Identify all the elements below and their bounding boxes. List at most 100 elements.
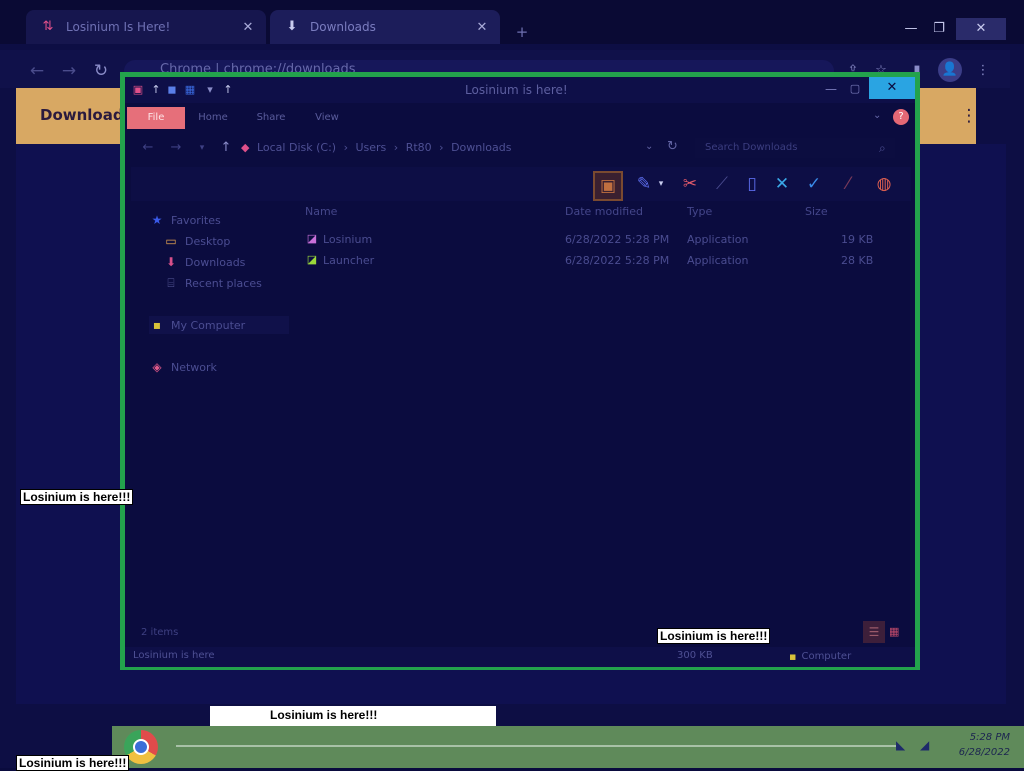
details-view-icon[interactable]: ☰: [863, 621, 885, 643]
nav-recent[interactable]: ⌸ Recent places: [163, 274, 262, 292]
close-tab-icon[interactable]: ✕: [472, 20, 492, 35]
computer-icon: ▪: [152, 318, 162, 332]
nav-label: My Computer: [171, 318, 246, 332]
file-row[interactable]: ◪ Losinium 6/28/2022 5:28 PM Application…: [301, 231, 901, 249]
properties-icon[interactable]: ◍: [871, 171, 897, 197]
column-name[interactable]: Name: [305, 205, 337, 218]
tab-share[interactable]: Share: [249, 107, 293, 129]
tab-downloads[interactable]: ⬇ Downloads ✕: [270, 10, 500, 44]
file-row[interactable]: ◪ Launcher 6/28/2022 5:28 PM Application…: [301, 252, 901, 270]
up-icon[interactable]: ↑: [221, 83, 235, 97]
drive-icon: ◆: [241, 141, 250, 154]
restore-icon[interactable]: ❐: [928, 18, 950, 40]
star-icon: ★: [151, 213, 163, 227]
nav-my-computer[interactable]: ▪ My Computer: [149, 316, 289, 334]
file-date: 6/28/2022 5:28 PM: [565, 233, 670, 246]
properties-icon[interactable]: ◼: [165, 83, 179, 97]
new-folder-icon[interactable]: ▦: [183, 83, 197, 97]
dropdown-icon[interactable]: ▾: [203, 83, 217, 97]
overlay-message: Losinium is here!!!: [657, 628, 771, 644]
file-list: Name Date modified Type Size ◪ Losinium …: [301, 201, 911, 651]
pin-to-quick-access-icon[interactable]: ✎: [631, 171, 657, 197]
new-tab-button[interactable]: +: [512, 22, 532, 42]
address-row: ← → ▾ ↑ ◆ Local Disk (C:) › Users › Rt80…: [125, 133, 915, 163]
tab-losinium[interactable]: ⇅ Losinium Is Here! ✕: [26, 10, 266, 44]
rename-icon[interactable]: ⁄: [835, 171, 861, 197]
maximize-icon[interactable]: ▢: [845, 79, 865, 99]
select-all-icon[interactable]: ▣: [593, 171, 623, 201]
check-icon[interactable]: ✓: [801, 171, 827, 197]
nav-desktop[interactable]: ▭ Desktop: [163, 232, 230, 250]
delete-icon[interactable]: ✕: [769, 171, 795, 197]
file-type: Application: [687, 254, 749, 267]
column-type[interactable]: Type: [687, 205, 712, 218]
refresh-icon[interactable]: ↻: [667, 139, 678, 154]
breadcrumb-item[interactable]: Users: [355, 141, 386, 154]
nav-favorites[interactable]: ★ Favorites: [149, 211, 221, 229]
column-size[interactable]: Size: [805, 205, 828, 218]
search-input[interactable]: Search Downloads: [695, 138, 895, 158]
status-text: Losinium is here: [133, 650, 215, 661]
nav-label: Recent places: [185, 276, 262, 290]
network-tray-icon[interactable]: ◣: [896, 738, 905, 752]
minimize-icon[interactable]: —: [821, 79, 841, 99]
clock-time: 5:28 PM: [969, 732, 1010, 743]
recent-dropdown-icon[interactable]: ▾: [193, 139, 211, 157]
status-bar: Losinium is here 300 KB ▪ Computer: [125, 647, 915, 667]
status-computer: ▪ Computer: [789, 650, 851, 663]
cut-icon[interactable]: ✂: [677, 171, 703, 197]
tab-file[interactable]: File: [127, 107, 185, 129]
back-icon[interactable]: ←: [139, 139, 157, 157]
nav-downloads[interactable]: ⬇ Downloads: [163, 253, 245, 271]
breadcrumb-item[interactable]: Rt80: [406, 141, 432, 154]
menu-icon[interactable]: ⋮: [972, 60, 994, 82]
nav-network[interactable]: ◈ Network: [149, 358, 217, 376]
more-options-icon[interactable]: ⋮: [958, 104, 980, 128]
breadcrumb-item[interactable]: Local Disk (C:): [257, 141, 336, 154]
forward-icon[interactable]: →: [167, 139, 185, 157]
address-dropdown-icon[interactable]: ⌄: [645, 141, 653, 152]
clock[interactable]: 5:28 PM 6/28/2022: [940, 730, 1010, 760]
network-icon: ◈: [152, 360, 162, 374]
avatar[interactable]: 👤: [938, 58, 962, 82]
nav-label: Network: [171, 360, 217, 374]
copy-path-icon[interactable]: ⟋: [709, 171, 735, 197]
back-icon[interactable]: ←: [26, 60, 48, 82]
volume-tray-icon[interactable]: ◢: [920, 738, 929, 752]
tab-label: Downloads: [310, 20, 376, 34]
tab-home[interactable]: Home: [191, 107, 235, 129]
command-toolbar: ▣ ✎ ▾ ✂ ⟋ ▯ ✕ ✓ ⁄ ◍: [131, 167, 911, 201]
pin-icon[interactable]: ↑: [149, 83, 163, 97]
large-icons-view-icon[interactable]: ▦: [889, 625, 899, 638]
paste-icon[interactable]: ▯: [739, 171, 765, 197]
close-icon[interactable]: ✕: [869, 77, 915, 99]
file-explorer-window: ▣ ↑ ◼ ▦ ▾ ↑ Losinium is here! — ▢ ✕ File…: [120, 72, 920, 670]
explorer-titlebar: ▣ ↑ ◼ ▦ ▾ ↑ Losinium is here! — ▢ ✕: [125, 77, 915, 103]
file-size: 19 KB: [841, 233, 874, 246]
status-computer-label: Computer: [801, 651, 852, 662]
nav-label: Downloads: [185, 255, 246, 269]
taskbar-divider: [176, 745, 896, 747]
ribbon-expand-icon[interactable]: ⌄: [873, 110, 881, 121]
application-icon: ◪: [306, 253, 318, 266]
breadcrumb-item[interactable]: Downloads: [451, 141, 511, 154]
overlay-message: Losinium is here!!!: [20, 489, 134, 505]
reload-icon[interactable]: ↻: [90, 60, 112, 82]
file-date: 6/28/2022 5:28 PM: [565, 254, 670, 267]
application-icon: ◪: [306, 232, 318, 245]
close-tab-icon[interactable]: ✕: [238, 20, 258, 35]
minimize-icon[interactable]: —: [900, 18, 922, 40]
chevron-right-icon: ›: [393, 141, 399, 154]
desktop-icon: ▭: [165, 234, 177, 248]
close-window-icon[interactable]: ✕: [956, 18, 1006, 40]
ribbon-tabs: File Home Share View ⌄ ?: [125, 105, 915, 129]
forward-icon[interactable]: →: [58, 60, 80, 82]
chevron-right-icon: ›: [343, 141, 348, 154]
page-title: Downloads: [40, 106, 133, 124]
up-icon[interactable]: ↑: [217, 139, 235, 157]
help-icon[interactable]: ?: [893, 109, 909, 125]
tab-view[interactable]: View: [305, 107, 349, 129]
column-date[interactable]: Date modified: [565, 205, 643, 218]
breadcrumb[interactable]: ◆ Local Disk (C:) › Users › Rt80 › Downl…: [241, 141, 515, 154]
dropdown-icon[interactable]: ▾: [655, 171, 667, 197]
